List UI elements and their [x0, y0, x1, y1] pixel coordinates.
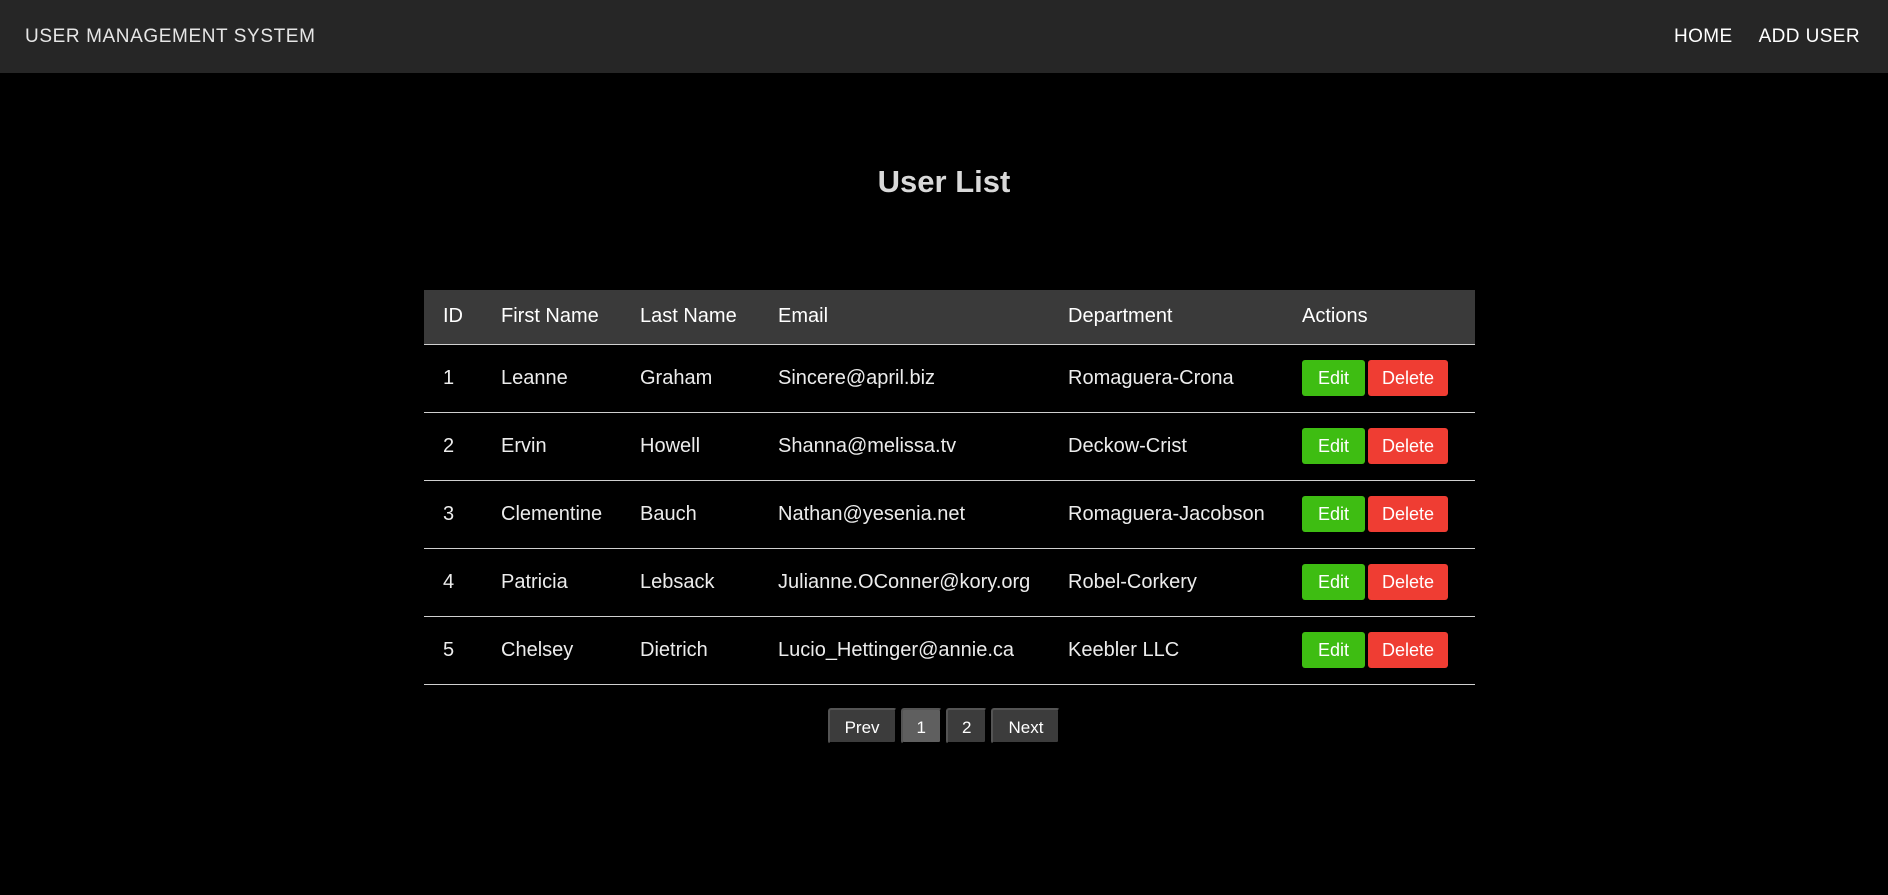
column-header-last-name: Last Name: [621, 290, 759, 345]
cell-department: Romaguera-Crona: [1049, 344, 1283, 413]
cell-id: 4: [424, 548, 482, 617]
pagination: Prev 1 2 Next: [0, 708, 1888, 744]
cell-id: 2: [424, 412, 482, 481]
cell-first-name: Leanne: [482, 344, 621, 413]
column-header-id: ID: [424, 290, 482, 345]
delete-button[interactable]: Delete: [1368, 632, 1449, 668]
cell-last-name: Bauch: [621, 480, 759, 549]
delete-button[interactable]: Delete: [1368, 564, 1449, 600]
edit-button[interactable]: Edit: [1302, 496, 1366, 532]
page-1-button[interactable]: 1: [900, 708, 942, 744]
cell-first-name: Clementine: [482, 480, 621, 549]
cell-id: 3: [424, 480, 482, 549]
user-table: ID First Name Last Name Email Department…: [424, 290, 1475, 685]
edit-button[interactable]: Edit: [1302, 632, 1366, 668]
cell-email: Sincere@april.biz: [759, 344, 1049, 413]
cell-id: 1: [424, 344, 482, 413]
cell-actions: Edit Delete: [1283, 344, 1475, 413]
cell-first-name: Patricia: [482, 548, 621, 617]
nav-link-add-user[interactable]: ADD USER: [1759, 26, 1860, 48]
edit-button[interactable]: Edit: [1302, 564, 1366, 600]
table-header: ID First Name Last Name Email Department…: [424, 290, 1475, 345]
top-navbar: USER MANAGEMENT SYSTEM HOME ADD USER: [0, 0, 1888, 73]
cell-first-name: Ervin: [482, 412, 621, 481]
cell-email: Julianne.OConner@kory.org: [759, 548, 1049, 617]
cell-last-name: Dietrich: [621, 616, 759, 685]
cell-department: Robel-Corkery: [1049, 548, 1283, 617]
cell-last-name: Lebsack: [621, 548, 759, 617]
user-table-container: ID First Name Last Name Email Department…: [424, 290, 1475, 685]
table-body: 1 Leanne Graham Sincere@april.biz Romagu…: [424, 344, 1475, 685]
table-row: 2 Ervin Howell Shanna@melissa.tv Deckow-…: [424, 412, 1475, 481]
nav-link-home[interactable]: HOME: [1674, 26, 1733, 48]
prev-page-button[interactable]: Prev: [827, 708, 897, 744]
next-page-button[interactable]: Next: [991, 708, 1061, 744]
cell-department: Deckow-Crist: [1049, 412, 1283, 481]
table-row: 3 Clementine Bauch Nathan@yesenia.net Ro…: [424, 480, 1475, 549]
delete-button[interactable]: Delete: [1368, 496, 1449, 532]
cell-first-name: Chelsey: [482, 616, 621, 685]
cell-actions: Edit Delete: [1283, 412, 1475, 481]
table-header-row: ID First Name Last Name Email Department…: [424, 290, 1475, 345]
page-title: User List: [877, 164, 1011, 199]
edit-button[interactable]: Edit: [1302, 428, 1366, 464]
cell-actions: Edit Delete: [1283, 616, 1475, 685]
table-row: 4 Patricia Lebsack Julianne.OConner@kory…: [424, 548, 1475, 617]
edit-button[interactable]: Edit: [1302, 360, 1366, 396]
page-2-button[interactable]: 2: [946, 708, 988, 744]
delete-button[interactable]: Delete: [1368, 428, 1449, 464]
cell-id: 5: [424, 616, 482, 685]
cell-actions: Edit Delete: [1283, 480, 1475, 549]
cell-last-name: Howell: [621, 412, 759, 481]
cell-email: Nathan@yesenia.net: [759, 480, 1049, 549]
cell-email: Shanna@melissa.tv: [759, 412, 1049, 481]
table-row: 1 Leanne Graham Sincere@april.biz Romagu…: [424, 344, 1475, 413]
cell-last-name: Graham: [621, 344, 759, 413]
app-brand[interactable]: USER MANAGEMENT SYSTEM: [25, 26, 316, 48]
table-row: 5 Chelsey Dietrich Lucio_Hettinger@annie…: [424, 616, 1475, 685]
cell-actions: Edit Delete: [1283, 548, 1475, 617]
column-header-actions: Actions: [1283, 290, 1475, 345]
column-header-email: Email: [759, 290, 1049, 345]
cell-department: Keebler LLC: [1049, 616, 1283, 685]
nav-links: HOME ADD USER: [1674, 26, 1860, 48]
cell-email: Lucio_Hettinger@annie.ca: [759, 616, 1049, 685]
column-header-first-name: First Name: [482, 290, 621, 345]
cell-department: Romaguera-Jacobson: [1049, 480, 1283, 549]
delete-button[interactable]: Delete: [1368, 360, 1449, 396]
column-header-department: Department: [1049, 290, 1283, 345]
